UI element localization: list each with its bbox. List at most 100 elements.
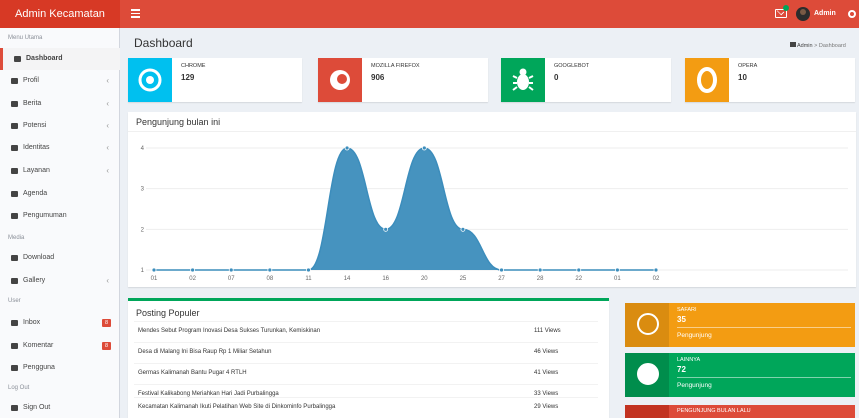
post-views: 41 Views bbox=[534, 370, 559, 376]
sidebar-item-label: Layanan bbox=[23, 167, 50, 174]
sidebar: Menu Utama Dashboard Profil ‹ Berita ‹ P… bbox=[0, 28, 120, 418]
sidebar-item-profil[interactable]: Profil ‹ bbox=[0, 70, 120, 92]
x-tick-label: 25 bbox=[460, 276, 467, 282]
breadcrumb-current: Dashboard bbox=[818, 43, 846, 49]
sidebar-item-pengguna[interactable]: Pengguna bbox=[0, 357, 120, 379]
browser-count: 906 bbox=[371, 73, 385, 82]
post-title[interactable]: Mendes Sebut Program Inovasi Desa Sukses… bbox=[138, 328, 320, 334]
post-title[interactable]: Desa di Malang Ini Bisa Raup Rp 1 Miliar… bbox=[138, 349, 271, 355]
popular-posts-panel: Posting Populer Mendes Sebut Program Ino… bbox=[128, 298, 609, 418]
avatar[interactable] bbox=[796, 7, 810, 21]
sidebar-item-label: Potensi bbox=[23, 122, 47, 129]
info-box-opera: OPERA 10 bbox=[685, 58, 855, 102]
download-icon bbox=[11, 255, 18, 261]
sidebar-item-gallery[interactable]: Gallery ‹ bbox=[0, 270, 120, 292]
data-point bbox=[537, 267, 543, 273]
user-menu[interactable]: Admin bbox=[814, 0, 836, 28]
data-point bbox=[653, 267, 659, 273]
data-point bbox=[267, 267, 273, 273]
camera-icon bbox=[11, 278, 18, 284]
bullhorn-icon bbox=[11, 213, 18, 219]
area-series bbox=[154, 148, 656, 270]
home-icon bbox=[790, 42, 796, 47]
chevron-left-icon: ‹ bbox=[106, 166, 109, 175]
sidebar-heading-main: Menu Utama bbox=[8, 35, 43, 41]
dashboard-icon bbox=[14, 56, 21, 62]
sidebar-item-label: Profil bbox=[23, 77, 39, 84]
data-point bbox=[151, 267, 157, 273]
info-box-googlebot: GOOGLEBOT 0 bbox=[501, 58, 671, 102]
x-tick-label: 16 bbox=[382, 276, 389, 282]
sidebar-item-label: Pengumuman bbox=[23, 212, 67, 219]
x-tick-label: 22 bbox=[575, 276, 582, 282]
list-item[interactable]: Germas Kalimanah Bantu Pugar 4 RTLH 41 V… bbox=[134, 363, 598, 384]
y-tick-label: 4 bbox=[141, 146, 145, 152]
sidebar-toggle-icon[interactable] bbox=[131, 9, 140, 18]
sidebar-item-download[interactable]: Download bbox=[0, 247, 120, 269]
list-item[interactable]: Desa di Malang Ini Bisa Raup Rp 1 Miliar… bbox=[134, 342, 598, 363]
sidebar-item-label: Berita bbox=[23, 100, 42, 107]
sidebar-item-komentar[interactable]: Komentar 8 bbox=[0, 335, 120, 357]
post-title[interactable]: Kecamatan Kalimanah Ikuti Pelatihan Web … bbox=[138, 404, 335, 410]
info-box-chrome: CHROME 129 bbox=[128, 58, 302, 102]
inbox-count-badge: 8 bbox=[102, 319, 111, 327]
sidebar-item-inbox[interactable]: Inbox 8 bbox=[0, 312, 120, 334]
stat-label: SAFARI bbox=[677, 307, 697, 313]
sidebar-item-label: Identitas bbox=[23, 144, 50, 151]
newspaper-icon bbox=[11, 101, 18, 107]
sidebar-item-sign-out[interactable]: Sign Out bbox=[0, 397, 120, 418]
data-point bbox=[306, 267, 311, 273]
sidebar-item-identitas[interactable]: Identitas ‹ bbox=[0, 137, 120, 159]
data-point bbox=[228, 267, 234, 273]
stat-box-last-month: PENGUNJUNG BULAN LALU bbox=[625, 405, 855, 418]
users-icon bbox=[11, 365, 18, 371]
stat-value: 72 bbox=[677, 365, 686, 374]
sidebar-item-label: Gallery bbox=[23, 277, 46, 284]
y-tick-label: 3 bbox=[141, 187, 145, 193]
sidebar-heading-user: User bbox=[8, 298, 21, 304]
list-item[interactable]: Mendes Sebut Program Inovasi Desa Sukses… bbox=[134, 321, 598, 342]
firefox-icon bbox=[318, 58, 362, 102]
list-icon bbox=[11, 168, 18, 174]
sidebar-item-layanan[interactable]: Layanan ‹ bbox=[0, 160, 120, 182]
stat-label: LAINNYA bbox=[677, 357, 701, 363]
sidebar-item-agenda[interactable]: Agenda bbox=[0, 183, 120, 205]
post-title[interactable]: Germas Kalimanah Bantu Pugar 4 RTLH bbox=[138, 370, 247, 376]
x-tick-label: 28 bbox=[537, 276, 544, 282]
sidebar-item-dashboard[interactable]: Dashboard bbox=[0, 48, 120, 70]
app-logo[interactable]: Admin Kecamatan bbox=[0, 0, 120, 28]
sidebar-item-potensi[interactable]: Potensi ‹ bbox=[0, 115, 120, 137]
sign-out-icon bbox=[11, 405, 18, 411]
browser-count: 10 bbox=[738, 73, 747, 82]
gear-icon bbox=[11, 78, 18, 84]
x-tick-label: 01 bbox=[151, 276, 158, 282]
chrome-icon bbox=[128, 58, 172, 102]
post-views: 46 Views bbox=[534, 349, 559, 355]
panel-title: Posting Populer bbox=[136, 308, 200, 318]
data-point bbox=[421, 145, 427, 151]
post-views: 29 Views bbox=[534, 404, 559, 410]
sidebar-item-pengumuman[interactable]: Pengumuman bbox=[0, 205, 120, 227]
data-point bbox=[499, 267, 504, 273]
sidebar-item-berita[interactable]: Berita ‹ bbox=[0, 93, 120, 115]
breadcrumb-home[interactable]: Admin bbox=[797, 43, 813, 49]
y-tick-label: 2 bbox=[141, 227, 145, 233]
globe-icon bbox=[637, 363, 659, 385]
comment-count-badge: 8 bbox=[102, 342, 111, 350]
chevron-left-icon: ‹ bbox=[106, 276, 109, 285]
opera-icon bbox=[685, 58, 729, 102]
data-point bbox=[614, 267, 620, 273]
browser-label: CHROME bbox=[181, 63, 206, 69]
list-item[interactable]: Kecamatan Kalimanah Ikuti Pelatihan Web … bbox=[134, 397, 598, 418]
sidebar-heading-logout: Log Out bbox=[8, 385, 30, 391]
comments-icon bbox=[11, 343, 18, 349]
sidebar-item-label: Download bbox=[23, 254, 55, 261]
stat-footer: Pengunjung bbox=[677, 382, 712, 389]
stat-box-lainnya: LAINNYA 72 Pengunjung bbox=[625, 353, 855, 397]
x-tick-label: 02 bbox=[653, 276, 660, 282]
bug-icon bbox=[501, 58, 545, 102]
sidebar-item-label: Agenda bbox=[23, 190, 48, 197]
stat-box-safari: SAFARI 35 Pengunjung bbox=[625, 303, 855, 347]
gear-icon[interactable] bbox=[848, 10, 856, 18]
x-tick-label: 07 bbox=[228, 276, 235, 282]
